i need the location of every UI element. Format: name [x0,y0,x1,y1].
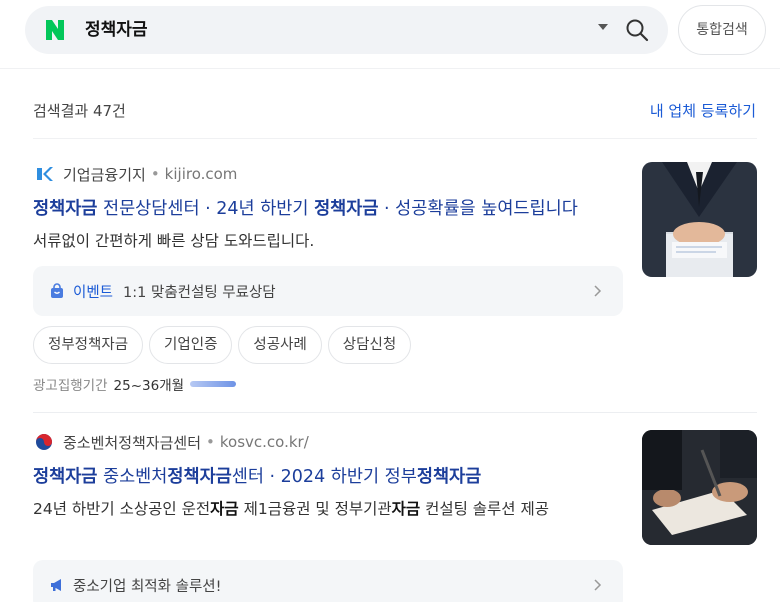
site-name: 중소벤처정책자금센터 [63,433,202,452]
ad-title[interactable]: 정책자금 중소벤처정책자금센터 · 2024 하반기 정부정책자금 [33,464,623,490]
event-banner[interactable]: 이벤트 1:1 맞춤컨설팅 무료상담 [33,266,623,316]
business-hands-photo [642,162,757,277]
naver-logo-icon[interactable] [43,18,67,42]
title-text: · 성공확률을 높여드립니다 [378,199,578,219]
ad-title[interactable]: 정책자금 전문상담센터 · 24년 하반기 정책자금 · 성공확률을 높여드립니… [33,196,623,222]
period-value: 25~36개월 [113,378,185,394]
title-keyword: 정책자금 [33,467,98,487]
chip-consult-request[interactable]: 상담신청 [327,326,412,364]
search-icon[interactable] [625,18,649,42]
shopping-bag-icon [51,283,63,298]
ad-thumbnail[interactable] [642,162,757,277]
chip-success-cases[interactable]: 성공사례 [238,326,322,364]
ad-source[interactable]: 기업금융기지 • kijiro.com [33,162,237,186]
title-text: 센터 · 2024 하반기 정부 [231,467,417,487]
desc-keyword: 자금 [391,500,421,518]
ad-thumbnail[interactable] [642,430,757,545]
ad-result: 중소벤처정책자금센터 • kosvc.co.kr/ 정책자금 중소벤처정책자금센… [33,430,757,602]
event-text: 중소기업 최적화 솔루션! [73,578,222,595]
chevron-right-icon [594,285,602,297]
title-keyword: 정책자금 [416,467,482,487]
result-count: 검색결과 47건 [33,102,126,120]
divider [33,138,757,139]
ad-description: 24년 하반기 소상공인 운전자금 제1금융권 및 정부기관자금 컨설팅 솔루션… [33,496,618,522]
period-label: 광고집행기간 [33,378,108,394]
desc-text: 24년 하반기 소상공인 운전 [33,500,211,518]
period-bar [190,381,237,387]
title-keyword: 정책자금 [314,199,379,219]
title-keyword: 정책자금 [33,199,98,219]
ad-description: 서류없이 간편하게 빠른 상담 도와드립니다. [33,232,315,250]
desc-text: 컨설팅 솔루션 제공 [420,500,550,518]
chevron-down-icon[interactable] [598,24,608,30]
ad-source[interactable]: 중소벤처정책자금센터 • kosvc.co.kr/ [33,430,309,454]
title-keyword: 정책자금 [167,467,232,487]
site-name: 기업금융기지 [63,165,146,184]
ad-period: 광고집행기간 25~36개월 [33,374,237,394]
site-domain: kosvc.co.kr/ [219,433,309,451]
title-text: 중소벤처 [97,467,168,487]
desc-keyword: 자금 [210,500,239,518]
desc-text: 제1금융권 및 정부기관 [238,500,392,518]
ks-logo-icon [37,167,53,181]
event-banner[interactable]: 중소기업 최적화 솔루션! [33,560,623,602]
search-query[interactable]: 정책자금 [85,18,148,42]
divider [0,68,780,69]
ad-result: 기업금융기지 • kijiro.com 정책자금 전문상담센터 · 24년 하반… [33,162,757,400]
chip-row: 정부정책자금 기업인증 성공사례 상담신청 [33,326,417,364]
register-business-link[interactable]: 내 업체 등록하기 [650,100,756,121]
taegeuk-icon [36,434,52,450]
divider [33,412,757,413]
title-text: 전문상담센터 · 24년 하반기 [97,199,315,219]
tab-all-search[interactable]: 통합검색 [678,5,766,55]
chip-certification[interactable]: 기업인증 [149,326,233,364]
separator: • [150,165,160,183]
search-bar[interactable]: 정책자금 [25,6,668,54]
separator: • [206,433,215,451]
contract-signing-photo [642,430,757,545]
event-label: 이벤트 [73,284,114,301]
chip-policy-fund[interactable]: 정부정책자금 [33,326,144,364]
site-domain: kijiro.com [164,165,238,183]
event-text: 1:1 맞춤컨설팅 무료상담 [123,284,276,301]
megaphone-icon [51,579,61,591]
chevron-right-icon [594,579,602,591]
